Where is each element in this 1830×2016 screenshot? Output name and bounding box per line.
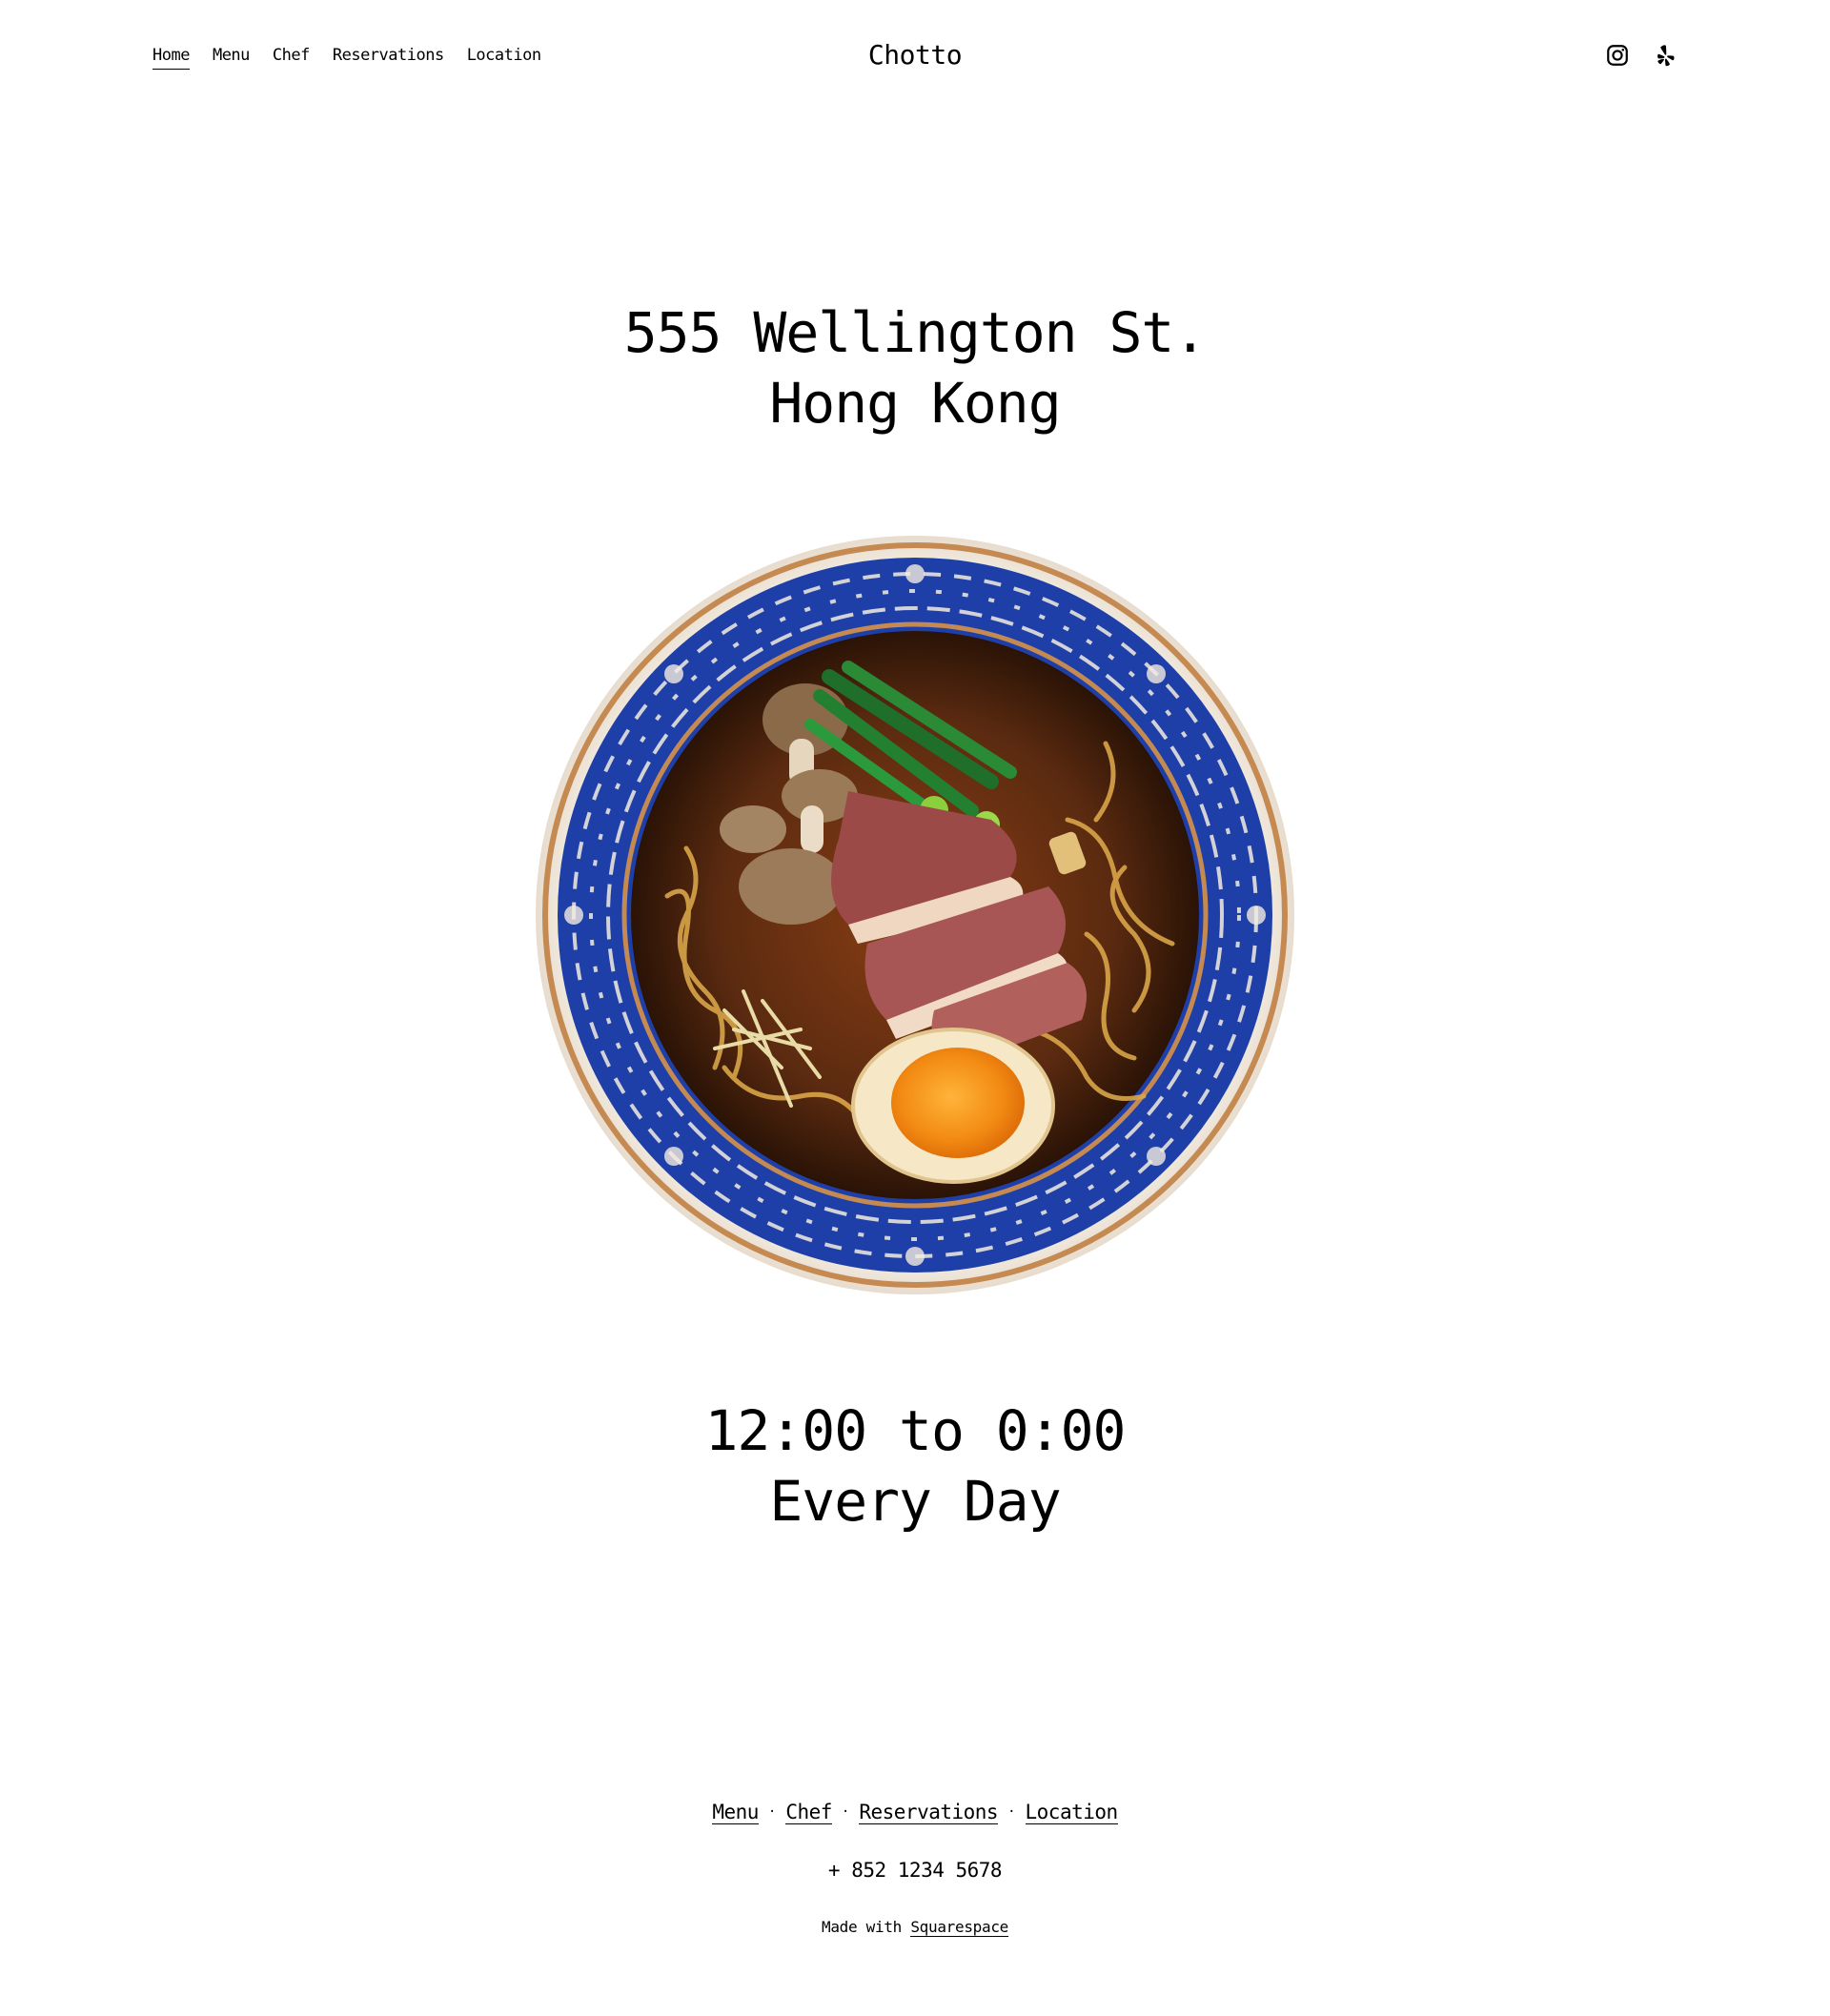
footer-link-location[interactable]: Location [1025, 1801, 1118, 1824]
soft-boiled-egg [851, 1028, 1055, 1184]
address-line-1: 555 Wellington St. [623, 300, 1208, 365]
yelp-icon [1657, 45, 1675, 67]
yelp-link[interactable] [1653, 43, 1678, 68]
footer-nav: Menu · Chef · Reservations · Location [0, 1798, 1830, 1826]
main-nav: Home Menu Chef Reservations Location [152, 44, 541, 70]
nav-menu[interactable]: Menu [213, 44, 250, 70]
footer-link-chef[interactable]: Chef [785, 1801, 832, 1824]
footer-separator: · [767, 1804, 777, 1820]
social-links [1605, 43, 1678, 68]
nav-location[interactable]: Location [467, 44, 541, 70]
footer-separator: · [841, 1804, 850, 1820]
address-heading: 555 Wellington St. Hong Kong [0, 297, 1830, 438]
site-title[interactable]: Chotto [820, 38, 1010, 72]
site-header: Home Menu Chef Reservations Location Cho… [0, 0, 1830, 114]
instagram-icon [1607, 45, 1628, 66]
ramen-bowl-illustration [536, 536, 1294, 1294]
made-with: Made with Squarespace [0, 1916, 1830, 1939]
made-with-prefix: Made with [821, 1918, 902, 1936]
footer-link-reservations[interactable]: Reservations [859, 1801, 999, 1824]
nav-reservations[interactable]: Reservations [333, 44, 444, 70]
footer-separator: · [1007, 1804, 1016, 1820]
hours-heading: 12:00 to 0:00 Every Day [0, 1395, 1830, 1537]
nav-chef[interactable]: Chef [273, 44, 310, 70]
ramen-bowl-image [534, 534, 1296, 1296]
nav-home[interactable]: Home [152, 44, 190, 70]
address-line-2: Hong Kong [769, 371, 1061, 436]
hours-line-1: 12:00 to 0:00 [704, 1398, 1127, 1463]
footer-link-menu[interactable]: Menu [712, 1801, 759, 1824]
hours-line-2: Every Day [769, 1469, 1061, 1534]
squarespace-link[interactable]: Squarespace [910, 1918, 1008, 1937]
phone-number: + 852 1234 5678 [827, 1859, 1003, 1882]
instagram-link[interactable] [1605, 43, 1630, 68]
